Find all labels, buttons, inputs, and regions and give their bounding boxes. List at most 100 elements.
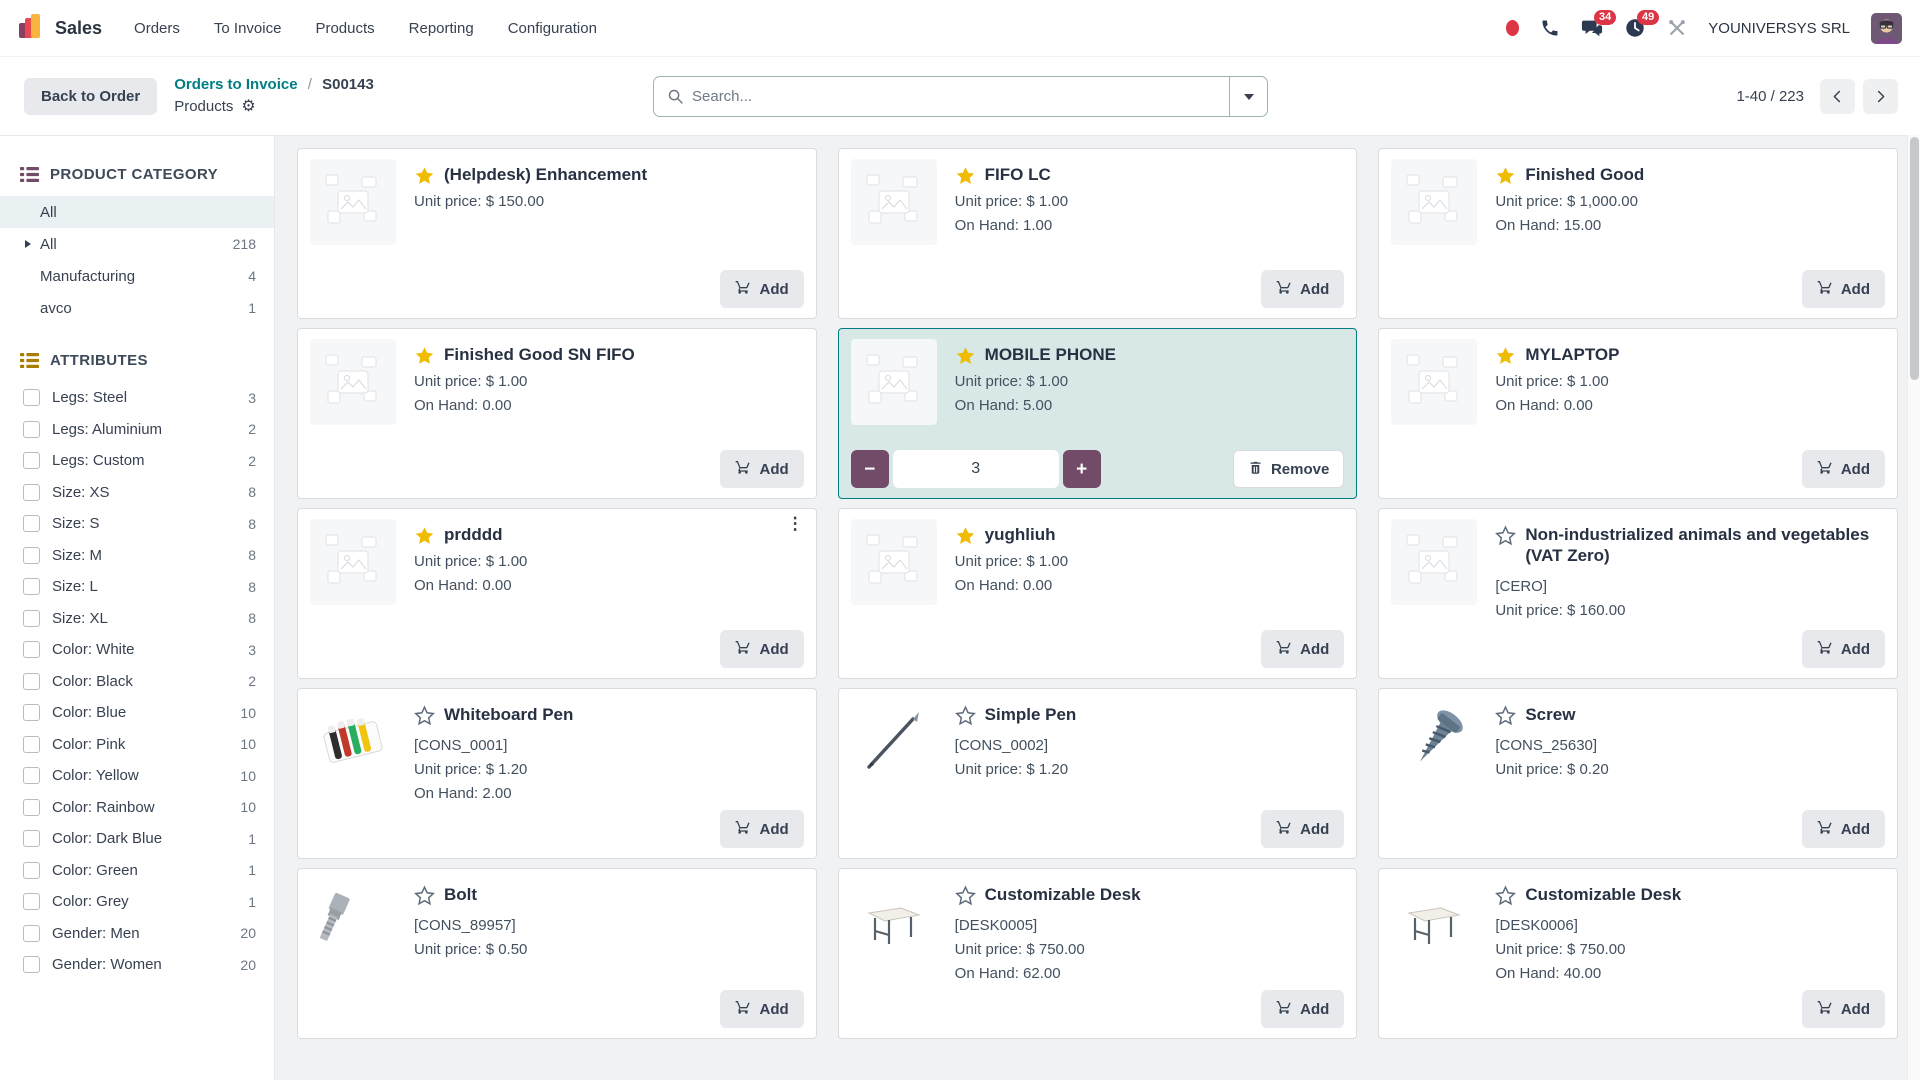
attribute-checkbox[interactable] [23,673,40,690]
nav-item-to-invoice[interactable]: To Invoice [214,20,282,37]
attribute-checkbox[interactable] [23,893,40,910]
product-card[interactable]: FIFO LCUnit price: $ 1.00On Hand: 1.00Ad… [838,148,1358,319]
attribute-checkbox[interactable] [23,736,40,753]
add-button[interactable]: Add [1802,450,1885,488]
scrollbar-track[interactable] [1907,135,1920,1080]
quantity-input[interactable] [893,450,1059,488]
attribute-filter-item[interactable]: Size: XL8 [0,603,274,635]
add-button[interactable]: Add [720,270,803,308]
product-card[interactable]: Customizable Desk[DESK0005]Unit price: $… [838,868,1358,1039]
favorite-star-icon[interactable] [955,705,976,726]
attribute-filter-item[interactable]: Legs: Aluminium2 [0,414,274,446]
add-button[interactable]: Add [720,990,803,1028]
attribute-filter-item[interactable]: Color: Yellow10 [0,760,274,792]
favorite-star-icon[interactable] [1495,525,1516,546]
nav-item-orders[interactable]: Orders [134,20,180,37]
favorite-star-icon[interactable] [414,165,435,186]
product-card[interactable]: Whiteboard Pen[CONS_0001]Unit price: $ 1… [297,688,817,859]
attribute-checkbox[interactable] [23,452,40,469]
nav-item-products[interactable]: Products [315,20,374,37]
attribute-checkbox[interactable] [23,484,40,501]
attribute-checkbox[interactable] [23,515,40,532]
favorite-star-icon[interactable] [955,345,976,366]
product-card[interactable]: (Helpdesk) EnhancementUnit price: $ 150.… [297,148,817,319]
product-card[interactable]: MYLAPTOPUnit price: $ 1.00On Hand: 0.00A… [1378,328,1898,499]
favorite-star-icon[interactable] [414,345,435,366]
add-button[interactable]: Add [1802,990,1885,1028]
product-card[interactable]: ⋮prddddUnit price: $ 1.00On Hand: 0.00Ad… [297,508,817,679]
attribute-checkbox[interactable] [23,704,40,721]
add-button[interactable]: Add [1261,990,1344,1028]
favorite-star-icon[interactable] [1495,345,1516,366]
add-button[interactable]: Add [1261,630,1344,668]
add-button[interactable]: Add [1802,810,1885,848]
scrollbar-thumb[interactable] [1910,137,1919,380]
kebab-menu-icon[interactable]: ⋮ [787,515,804,534]
attribute-filter-item[interactable]: Legs: Custom2 [0,445,274,477]
category-item[interactable]: All [0,196,274,228]
breadcrumb-link[interactable]: Orders to Invoice [174,76,297,93]
attribute-filter-item[interactable]: Size: S8 [0,508,274,540]
attribute-checkbox[interactable] [23,830,40,847]
company-name[interactable]: YOUNIVERSYS SRL [1708,20,1850,37]
attribute-checkbox[interactable] [23,767,40,784]
favorite-star-icon[interactable] [955,165,976,186]
attribute-checkbox[interactable] [23,799,40,816]
app-switcher[interactable]: Sales [18,12,102,44]
attribute-checkbox[interactable] [23,578,40,595]
messages-icon[interactable]: 34 [1581,17,1603,39]
quantity-increase-button[interactable]: + [1063,450,1101,488]
remove-button[interactable]: Remove [1233,450,1344,488]
view-settings-gear-icon[interactable]: ⚙ [241,96,255,116]
attribute-filter-item[interactable]: Gender: Women20 [0,949,274,981]
add-button[interactable]: Add [1261,810,1344,848]
phone-icon[interactable] [1540,18,1560,38]
add-button[interactable]: Add [720,810,803,848]
favorite-star-icon[interactable] [414,885,435,906]
product-card[interactable]: Screw[CONS_25630]Unit price: $ 0.20Add [1378,688,1898,859]
search-input[interactable] [692,88,1229,105]
product-card[interactable]: MOBILE PHONEUnit price: $ 1.00On Hand: 5… [838,328,1358,499]
attribute-filter-item[interactable]: Gender: Men20 [0,918,274,950]
quantity-decrease-button[interactable]: − [851,450,889,488]
category-item[interactable]: avco1 [0,292,274,324]
favorite-star-icon[interactable] [414,525,435,546]
category-item[interactable]: Manufacturing4 [0,260,274,292]
attribute-filter-item[interactable]: Color: Grey1 [0,886,274,918]
favorite-star-icon[interactable] [414,705,435,726]
attribute-filter-item[interactable]: Color: Dark Blue1 [0,823,274,855]
expand-caret-icon[interactable] [25,240,31,248]
attribute-checkbox[interactable] [23,610,40,627]
pager-next-button[interactable] [1863,79,1898,114]
attribute-checkbox[interactable] [23,862,40,879]
attribute-filter-item[interactable]: Size: M8 [0,540,274,572]
attribute-filter-item[interactable]: Color: Pink10 [0,729,274,761]
favorite-star-icon[interactable] [955,525,976,546]
product-card[interactable]: Bolt[CONS_89957]Unit price: $ 0.50Add [297,868,817,1039]
product-card[interactable]: Finished Good SN FIFOUnit price: $ 1.00O… [297,328,817,499]
nav-item-configuration[interactable]: Configuration [508,20,597,37]
attribute-checkbox[interactable] [23,956,40,973]
favorite-star-icon[interactable] [1495,165,1516,186]
tools-icon[interactable] [1667,18,1687,38]
attribute-filter-item[interactable]: Color: Rainbow10 [0,792,274,824]
nav-item-reporting[interactable]: Reporting [409,20,474,37]
product-card[interactable]: Customizable Desk[DESK0006]Unit price: $… [1378,868,1898,1039]
attribute-checkbox[interactable] [23,641,40,658]
attribute-filter-item[interactable]: Color: Blue10 [0,697,274,729]
app-name[interactable]: Sales [55,18,102,39]
add-button[interactable]: Add [720,450,803,488]
add-button[interactable]: Add [1802,270,1885,308]
attribute-checkbox[interactable] [23,925,40,942]
back-to-order-button[interactable]: Back to Order [24,78,157,115]
attribute-filter-item[interactable]: Size: XS8 [0,477,274,509]
activities-clock-icon[interactable]: 49 [1624,17,1646,39]
product-card[interactable]: Non-industrialized animals and vegetable… [1378,508,1898,679]
product-card[interactable]: yughliuhUnit price: $ 1.00On Hand: 0.00A… [838,508,1358,679]
attribute-checkbox[interactable] [23,389,40,406]
search-dropdown-toggle[interactable] [1229,77,1267,116]
pager-previous-button[interactable] [1820,79,1855,114]
attribute-filter-item[interactable]: Size: L8 [0,571,274,603]
product-card[interactable]: Finished GoodUnit price: $ 1,000.00On Ha… [1378,148,1898,319]
category-item[interactable]: All218 [0,228,274,260]
